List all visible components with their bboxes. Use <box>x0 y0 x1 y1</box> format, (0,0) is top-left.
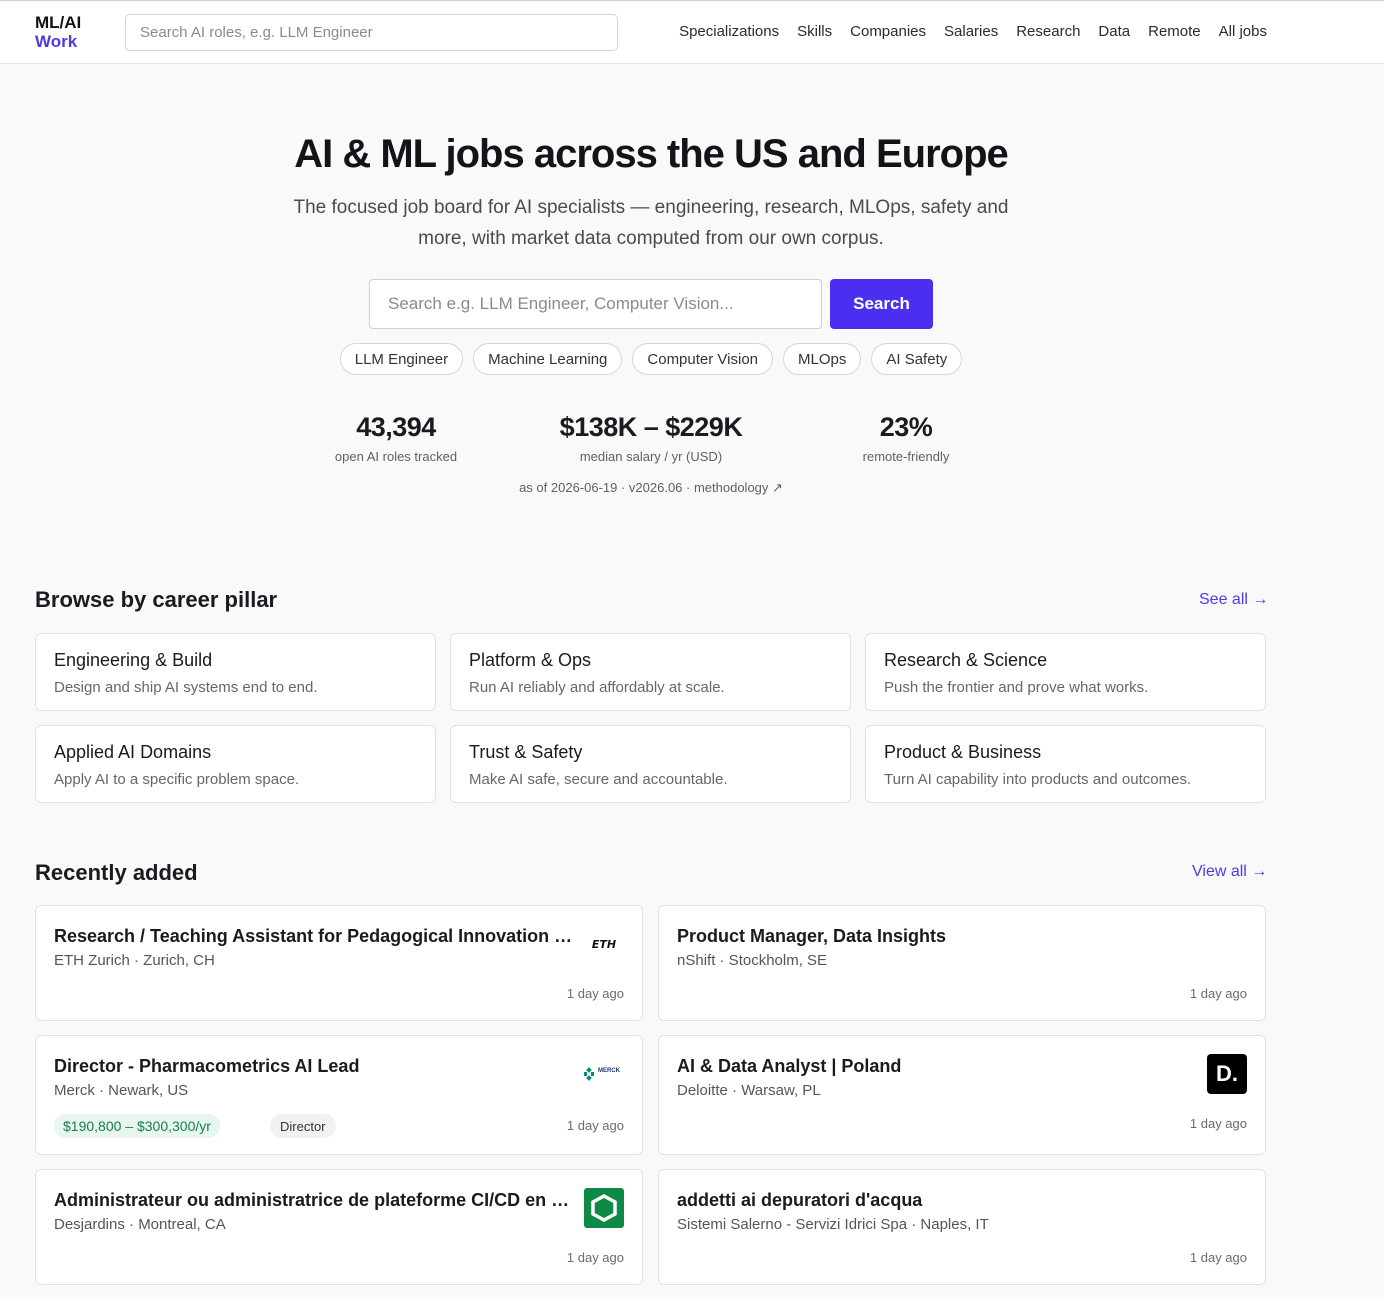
stat-value: 43,394 <box>356 412 436 442</box>
job-title[interactable]: Administrateur ou administratrice de pla… <box>54 1190 574 1211</box>
logo-line-2: Work <box>35 32 78 51</box>
stat-value: 23% <box>879 412 933 442</box>
job-card[interactable]: Product Manager, Data Insights nShift · … <box>658 905 1266 1021</box>
hero-title: AI & ML jobs across the US and Europe <box>294 132 1009 176</box>
stat-value: $138K – $229K <box>559 412 743 442</box>
deloitte-logo-text: D. <box>1216 1061 1238 1086</box>
job-title[interactable]: addetti ai depuratori d'acqua <box>677 1190 1197 1211</box>
pillar-desc: Make AI safe, secure and accountable. <box>469 771 728 788</box>
job-posted-time: 1 day ago <box>1189 986 1247 1001</box>
stat-label: open AI roles tracked <box>334 449 458 464</box>
pillar-desc: Turn AI capability into products and out… <box>884 771 1192 788</box>
pillar-card[interactable]: Product & Business Turn AI capability in… <box>865 725 1266 803</box>
header-search-input[interactable] <box>125 14 618 51</box>
pillar-title: Trust & Safety <box>469 742 583 762</box>
pillar-card[interactable]: Research & Science Push the frontier and… <box>865 633 1266 711</box>
nav-companies[interactable]: Companies <box>850 23 926 40</box>
search-button[interactable]: Search <box>830 279 933 329</box>
chip-ai-safety[interactable]: AI Safety <box>871 343 963 375</box>
pillar-card[interactable]: Engineering & Build Design and ship AI s… <box>35 633 436 711</box>
desjardins-hexagon-mark <box>591 1194 617 1222</box>
job-card[interactable]: addetti ai depuratori d'acqua Sistemi Sa… <box>658 1169 1266 1285</box>
job-card[interactable]: Director - Pharmacometrics AI Lead Merck… <box>35 1035 643 1155</box>
chip-mlops[interactable]: MLOps <box>783 343 862 375</box>
stat-open-roles: 43,394 open AI roles tracked <box>311 412 481 464</box>
pillar-card[interactable]: Platform & Ops Run AI reliably and affor… <box>450 633 851 711</box>
nav-data[interactable]: Data <box>1098 23 1130 40</box>
chip-machine-learning[interactable]: Machine Learning <box>473 343 623 375</box>
job-posted-time: 1 day ago <box>566 986 624 1001</box>
pillar-card[interactable]: Trust & Safety Make AI safe, secure and … <box>450 725 851 803</box>
pillar-desc: Push the frontier and prove what works. <box>884 679 1149 696</box>
pillar-title: Product & Business <box>884 742 1042 762</box>
pillar-title: Applied AI Domains <box>54 742 212 762</box>
job-meta: Deloitte · Warsaw, PL <box>677 1082 821 1099</box>
top-bar: ML/AI Work Specializations Skills Compan… <box>0 0 1384 64</box>
job-posted-time: 1 day ago <box>1189 1250 1247 1265</box>
salary-badge: $190,800 – $300,300/yr <box>54 1114 220 1138</box>
pillar-title: Platform & Ops <box>469 650 592 670</box>
job-meta: Merck · Newark, US <box>54 1082 189 1099</box>
nav-salaries[interactable]: Salaries <box>944 23 998 40</box>
nav-specializations[interactable]: Specializations <box>679 23 779 40</box>
logo-line-1: ML/AI <box>35 13 82 32</box>
job-meta: ETH Zurich · Zurich, CH <box>54 952 215 969</box>
hero-search-input[interactable] <box>369 279 822 329</box>
job-card[interactable]: Research / Teaching Assistant for Pedago… <box>35 905 643 1021</box>
pillar-card[interactable]: Applied AI Domains Apply AI to a specifi… <box>35 725 436 803</box>
pillar-desc: Design and ship AI systems end to end. <box>54 679 318 696</box>
job-meta: nShift · Stockholm, SE <box>677 952 828 969</box>
desjardins-logo-icon <box>584 1188 624 1228</box>
pillars-heading: Browse by career pillar <box>35 587 278 612</box>
job-posted-time: 1 day ago <box>566 1250 624 1265</box>
pillar-title: Research & Science <box>884 650 1048 670</box>
job-posted-time: 1 day ago <box>566 1118 624 1133</box>
stat-remote: 23% remote-friendly <box>841 412 971 464</box>
job-title[interactable]: Director - Pharmacometrics AI Lead <box>54 1056 574 1077</box>
stat-median-salary: $138K – $229K median salary / yr (USD) <box>526 412 776 464</box>
job-title[interactable]: AI & Data Analyst | Poland <box>677 1056 1197 1077</box>
job-meta: Desjardins · Montreal, CA <box>54 1216 226 1233</box>
eth-logo-text: ETH <box>591 937 617 951</box>
view-all-link[interactable]: View all → <box>1192 863 1267 881</box>
job-title[interactable]: Research / Teaching Assistant for Pedago… <box>54 926 574 947</box>
deloitte-logo-icon: D. <box>1207 1054 1247 1094</box>
merck-logo-icon: MERCK <box>584 1054 624 1094</box>
job-card[interactable]: Administrateur ou administratrice de pla… <box>35 1169 643 1285</box>
main-nav: Specializations Skills Companies Salarie… <box>679 23 1267 40</box>
chip-llm-engineer[interactable]: LLM Engineer <box>339 343 464 375</box>
nav-remote[interactable]: Remote <box>1148 23 1201 40</box>
pillar-desc: Apply AI to a specific problem space. <box>54 771 300 788</box>
merck-logo-text: MERCK <box>598 1068 620 1074</box>
methodology-note[interactable]: as of 2026-06-19 · v2026.06 · methodolog… <box>0 480 1302 496</box>
job-title[interactable]: Product Manager, Data Insights <box>677 926 1197 947</box>
nav-all-jobs[interactable]: All jobs <box>1219 23 1267 40</box>
site-logo[interactable]: ML/AI Work <box>35 13 81 51</box>
nav-research[interactable]: Research <box>1016 23 1080 40</box>
pillar-desc: Run AI reliably and affordably at scale. <box>469 679 725 696</box>
stat-label: remote-friendly <box>862 449 950 464</box>
quick-filter-chips: LLM Engineer Machine Learning Computer V… <box>0 343 1302 375</box>
nav-skills[interactable]: Skills <box>797 23 832 40</box>
job-meta: Sistemi Salerno - Servizi Idrici Spa · N… <box>677 1216 989 1233</box>
hero-subtitle: The focused job board for AI specialists… <box>293 197 1009 249</box>
see-all-link[interactable]: See all → <box>1199 591 1268 609</box>
eth-logo-icon: ETH <box>584 924 624 964</box>
chip-computer-vision[interactable]: Computer Vision <box>632 343 774 375</box>
job-card[interactable]: AI & Data Analyst | Poland Deloitte · Wa… <box>658 1035 1266 1155</box>
recent-heading: Recently added <box>35 860 198 885</box>
job-posted-time: 1 day ago <box>1189 1116 1247 1131</box>
stat-label: median salary / yr (USD) <box>579 449 723 464</box>
pillar-title: Engineering & Build <box>54 650 213 670</box>
level-badge: Director <box>270 1114 336 1138</box>
